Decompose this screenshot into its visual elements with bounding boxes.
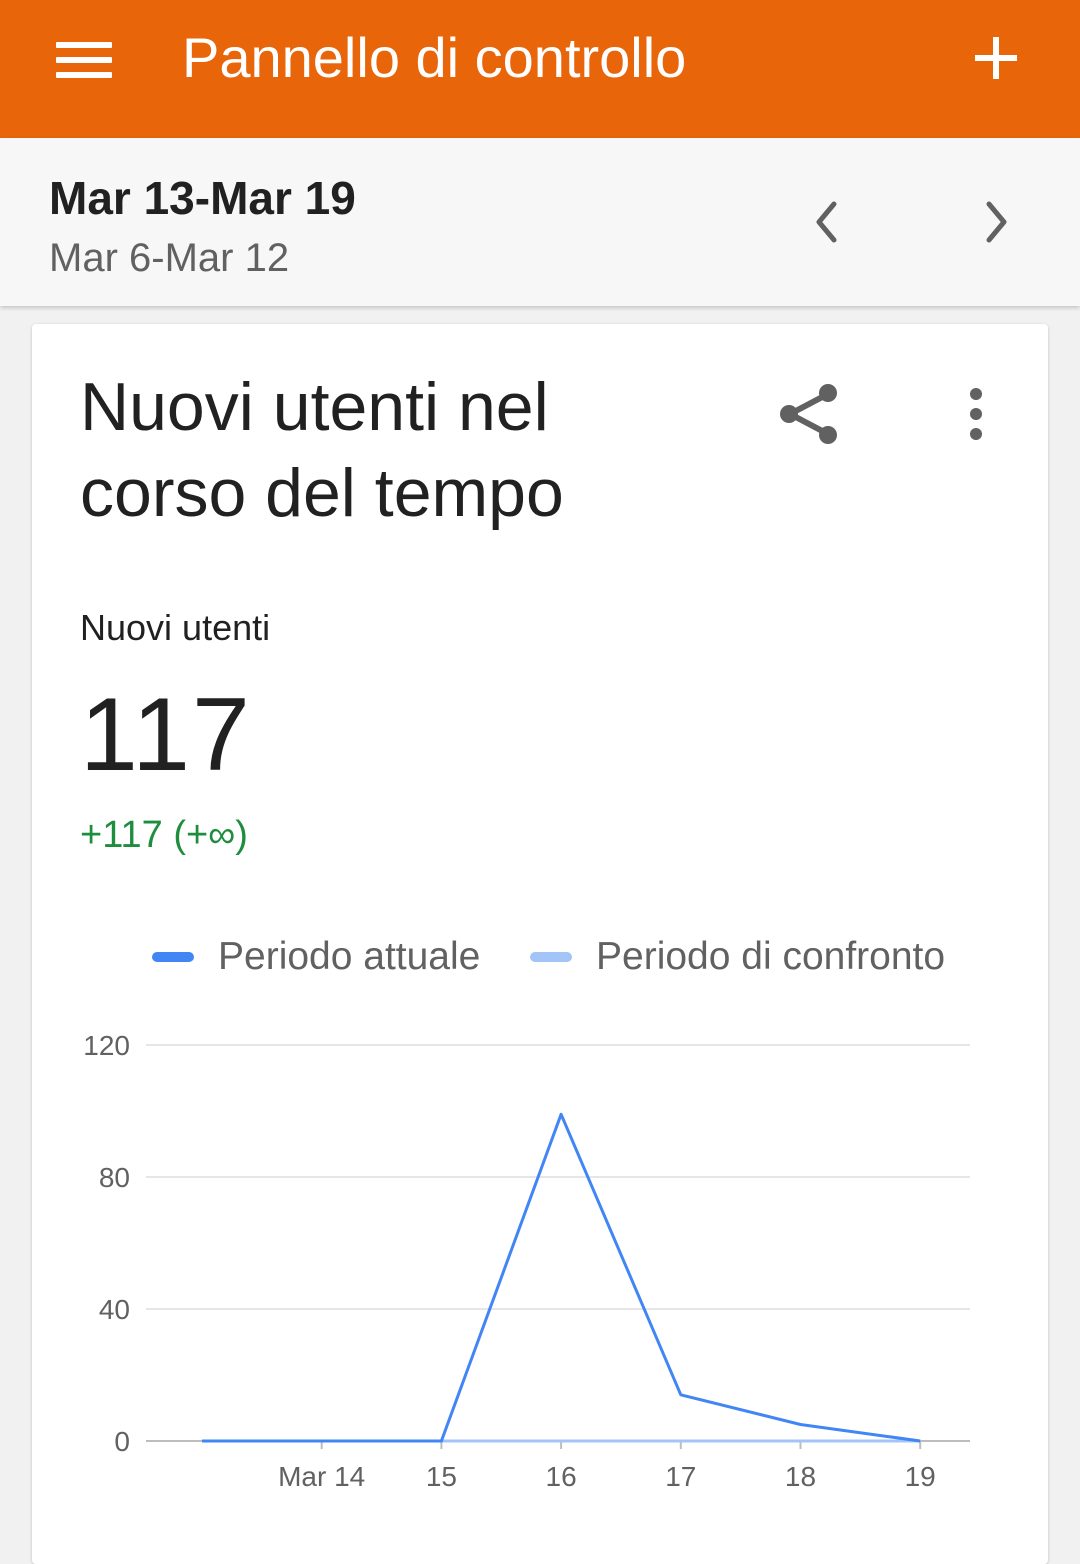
metric-change: +117 (+∞) — [80, 814, 248, 856]
card-title: Nuovi utenti nel corso del tempo — [80, 369, 564, 531]
current-date-range: Mar 13-Mar 19 — [49, 172, 356, 224]
y-tick-label: 40 — [99, 1294, 130, 1325]
plus-icon[interactable] — [960, 22, 1032, 94]
new-users-card: Nuovi utenti nel corso del tempo Nuovi u… — [32, 324, 1048, 1564]
y-tick-label: 120 — [83, 1030, 130, 1061]
series-line-periodo-attuale — [202, 1112, 921, 1443]
legend-swatch-current — [152, 952, 194, 962]
x-tick-label: 15 — [426, 1461, 457, 1492]
app-title: Pannello di controllo — [182, 26, 687, 89]
x-tick-label: 17 — [665, 1461, 696, 1492]
metric-value: 117 — [80, 677, 252, 793]
x-tick-label: 18 — [785, 1461, 816, 1492]
x-tick-label: 16 — [546, 1461, 577, 1492]
line-chart: 0 40 80 120 Mar 14 15 16 17 18 19 — [83, 1030, 970, 1492]
metric-label: Nuovi utenti — [80, 607, 271, 648]
more-vertical-icon[interactable] — [950, 382, 1002, 446]
x-tick-label: Mar 14 — [278, 1461, 365, 1492]
chevron-left-icon[interactable] — [797, 192, 857, 252]
comparison-date-range: Mar 6-Mar 12 — [49, 236, 290, 280]
chevron-right-icon[interactable] — [966, 192, 1026, 252]
legend-swatch-comparison — [530, 952, 572, 962]
hamburger-menu-icon[interactable] — [40, 30, 128, 90]
share-icon[interactable] — [774, 378, 846, 450]
app-bar: Pannello di controllo — [0, 0, 1080, 138]
y-tick-label: 80 — [99, 1162, 130, 1193]
date-range-bar[interactable]: Mar 13-Mar 19 Mar 6-Mar 12 — [0, 138, 1080, 306]
legend-label-current: Periodo attuale — [218, 935, 481, 978]
x-tick-label: 19 — [905, 1461, 936, 1492]
y-tick-label: 0 — [114, 1426, 130, 1457]
legend-label-comparison: Periodo di confronto — [596, 935, 946, 978]
